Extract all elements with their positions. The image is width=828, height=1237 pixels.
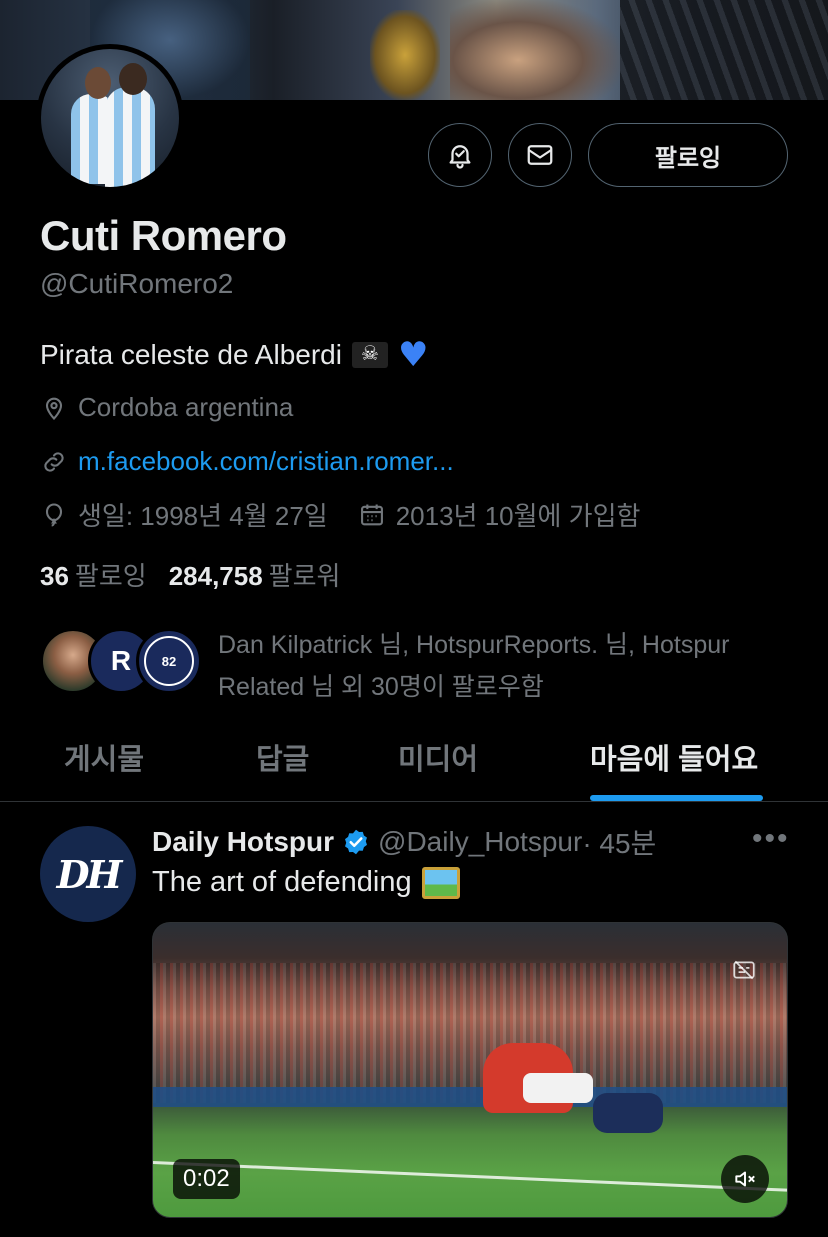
post-author-handle: @Daily_Hotspur (378, 826, 583, 857)
followers-count: 284,758 (168, 561, 263, 591)
captions-icon[interactable] (731, 957, 757, 983)
post-author-avatar[interactable]: DH (40, 826, 136, 922)
joined-text: 2013년 10월에 가입함 (395, 501, 641, 531)
profile-avatar[interactable] (36, 44, 184, 192)
follow-stats: 36 팔로잉 284,758 팔로워 (40, 556, 340, 593)
profile-location: Cordoba argentina (40, 392, 293, 423)
birthday-text: 생일: 1998년 4월 27일 (78, 501, 328, 531)
profile-website: m.facebook.com/cristian.romer... (40, 446, 454, 477)
bell-icon (449, 145, 471, 169)
calendar-icon (360, 504, 383, 525)
website-link[interactable]: m.facebook.com/cristian.romer... (78, 446, 454, 477)
post-more-button[interactable]: ••• (752, 822, 790, 856)
message-button[interactable] (508, 123, 572, 187)
post-header: Daily Hotspur @Daily_Hotspur · 45분 (152, 822, 656, 862)
followers-label: 팔로워 (268, 561, 341, 591)
profile-dates: 생일: 1998년 4월 27일 2013년 10월에 가입함 (40, 496, 640, 533)
pirate-flag-icon (351, 341, 388, 368)
tab-media[interactable]: 미디어 (398, 736, 478, 778)
following-stat[interactable]: 36 팔로잉 (40, 556, 147, 593)
known-followers-text: Dan Kilpatrick 님, HotspurReports. 님, Hot… (218, 631, 730, 701)
active-tab-indicator (590, 795, 763, 801)
balloon-icon (45, 502, 63, 527)
blue-heart-icon: ♥ (397, 335, 429, 375)
location-text: Cordoba argentina (78, 392, 294, 422)
following-button[interactable]: 팔로잉 (588, 123, 788, 187)
notifications-button[interactable] (428, 123, 492, 187)
video-time: 0:02 (173, 1159, 240, 1199)
post-author-name[interactable]: Daily Hotspur (152, 826, 334, 858)
link-icon (44, 451, 64, 472)
tab-likes[interactable]: 마음에 들어요 (590, 736, 758, 778)
following-label: 팔로잉 (74, 561, 147, 591)
location-pin-icon (45, 397, 63, 420)
tab-posts[interactable]: 게시물 (64, 736, 144, 778)
post-text-content: The art of defending (152, 866, 412, 898)
verified-badge-icon (345, 829, 367, 855)
follower-avatar: 82 (136, 628, 202, 694)
muted-speaker-icon (735, 1171, 755, 1187)
bio-text: Pirata celeste de Alberdi (40, 339, 342, 370)
profile-handle: @CutiRomero2 (40, 268, 234, 299)
profile-tabs: 게시물 답글 미디어 마음에 들어요 (0, 718, 828, 802)
profile-bio: Pirata celeste de Alberdi ♥ (40, 338, 428, 372)
mute-button[interactable] (721, 1155, 769, 1203)
following-count: 36 (40, 561, 69, 591)
mail-icon (527, 145, 553, 165)
framed-picture-icon (421, 866, 460, 899)
post-text: The art of defending (152, 866, 460, 899)
post-time: · 45분 (582, 828, 657, 859)
followers-stat[interactable]: 284,758 팔로워 (169, 556, 341, 593)
post-video[interactable]: 0:02 (152, 922, 788, 1218)
profile-name: Cuti Romero (40, 212, 287, 259)
tab-replies[interactable]: 답글 (256, 736, 309, 778)
